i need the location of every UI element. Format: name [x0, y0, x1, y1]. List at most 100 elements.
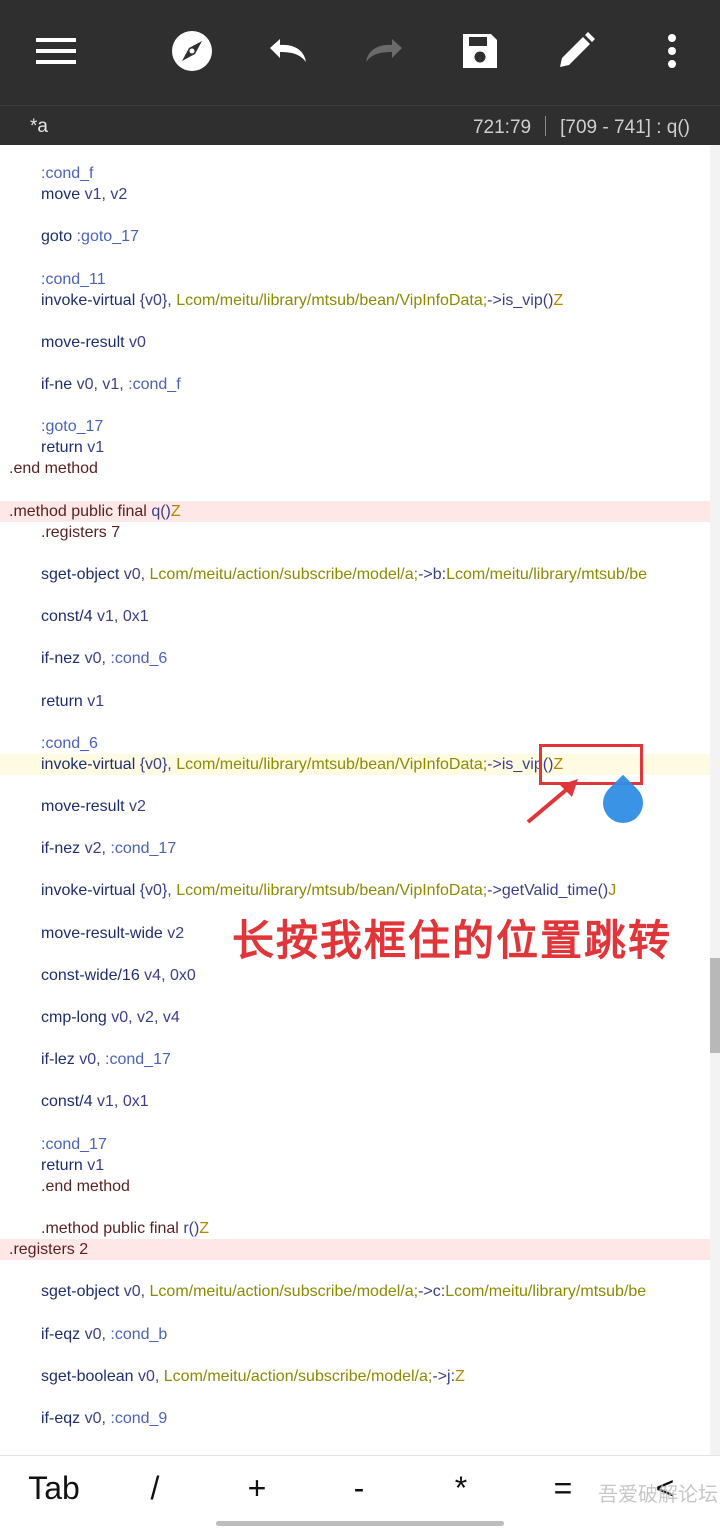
code-token: .registers 7 — [41, 523, 121, 541]
code-line[interactable]: move v1, v2 — [0, 184, 720, 205]
code-line[interactable]: const-wide/16 v4, 0x0 — [0, 965, 720, 986]
code-token: cmp-long — [41, 1009, 112, 1026]
code-line[interactable]: :cond_11 — [0, 269, 720, 290]
code-token: sget-object — [41, 1283, 124, 1301]
editor-status-bar: *a 721:79 [709 - 741] : q() — [0, 105, 720, 145]
code-line[interactable]: .method public final q()Z — [0, 500, 720, 522]
code-line[interactable]: const/4 v1, 0x1 — [0, 606, 720, 627]
key-plus[interactable]: + — [232, 1466, 282, 1510]
code-token: .method public final — [41, 1220, 184, 1237]
vertical-scrollbar[interactable] — [710, 145, 720, 1455]
code-token: v2 — [129, 798, 146, 815]
code-line[interactable]: .end method — [0, 1176, 720, 1197]
code-line[interactable]: invoke-virtual {v0}, Lcom/meitu/library/… — [0, 290, 720, 311]
code-token: .method public final — [9, 502, 152, 520]
code-line[interactable]: return v1 — [0, 1155, 720, 1176]
redo-icon[interactable] — [359, 26, 409, 76]
code-line[interactable]: return v1 — [0, 437, 720, 458]
code-line[interactable]: .end method — [0, 458, 720, 479]
code-token: {v0}, — [139, 755, 177, 773]
code-line[interactable]: if-nez v0, :cond_6 — [0, 648, 720, 669]
code-token: ->j: — [432, 1367, 456, 1385]
code-token: r() — [183, 1220, 200, 1237]
code-token: :cond_f — [41, 165, 94, 182]
key-equals[interactable]: = — [538, 1466, 588, 1510]
code-line[interactable] — [0, 247, 720, 268]
code-line[interactable] — [0, 669, 720, 690]
code-line[interactable] — [0, 585, 720, 606]
edit-pencil-icon[interactable] — [551, 26, 601, 76]
code-line[interactable] — [0, 1345, 720, 1366]
more-vert-icon[interactable] — [647, 26, 697, 76]
undo-icon[interactable] — [263, 26, 313, 76]
code-token: if-lez — [41, 1051, 80, 1069]
code-line[interactable]: sget-object v0, Lcom/meitu/action/subscr… — [0, 1281, 720, 1302]
key-asterisk[interactable]: * — [436, 1466, 486, 1510]
code-line[interactable] — [0, 543, 720, 564]
code-token: v0, — [84, 1325, 111, 1343]
code-line[interactable] — [0, 311, 720, 332]
code-token: v0, — [123, 1283, 150, 1301]
code-line[interactable]: if-eqz v0, :cond_9 — [0, 1408, 720, 1429]
code-line[interactable]: .registers 7 — [0, 522, 720, 543]
code-line[interactable] — [0, 205, 720, 226]
compass-icon[interactable] — [167, 26, 217, 76]
code-line[interactable]: if-ne v0, v1, :cond_f — [0, 374, 720, 395]
code-line[interactable]: .method public final r()Z — [0, 1218, 720, 1239]
code-editor[interactable]: if-eqz v0, :cond_9 sget-boolean v0, Lcom/… — [0, 145, 720, 1455]
code-token: .registers 2 — [9, 1241, 89, 1259]
menu-icon[interactable] — [31, 26, 81, 76]
code-token: :cond_f — [128, 376, 181, 393]
code-line[interactable]: move-result v0 — [0, 332, 720, 353]
code-token: Lcom/meitu/action/subscribe/model/a; — [149, 565, 419, 583]
code-line[interactable]: sget-boolean v0, Lcom/meitu/action/subsc… — [0, 1366, 720, 1387]
code-token: Lcom/meitu/action/subscribe/model/a; — [163, 1367, 433, 1385]
key-tab[interactable]: Tab — [18, 1466, 90, 1510]
code-line[interactable] — [0, 1197, 720, 1218]
code-line[interactable]: const/4 v1, 0x1 — [0, 1091, 720, 1112]
code-line[interactable]: goto :goto_17 — [0, 226, 720, 247]
code-line[interactable]: sget-object v0, Lcom/meitu/action/subscr… — [0, 564, 720, 585]
home-indicator[interactable] — [216, 1521, 504, 1526]
file-name[interactable]: *a — [30, 116, 48, 138]
code-line[interactable]: return v1 — [0, 691, 720, 712]
code-line[interactable]: invoke-virtual {v0}, Lcom/meitu/library/… — [0, 880, 720, 901]
code-line[interactable] — [0, 1260, 720, 1281]
code-token: sget-boolean — [41, 1367, 138, 1385]
code-line[interactable] — [0, 395, 720, 416]
code-line[interactable]: if-lez v0, :cond_17 — [0, 1049, 720, 1070]
code-token: ->b: — [418, 565, 447, 583]
code-line[interactable]: cmp-long v0, v2, v4 — [0, 1007, 720, 1028]
code-line[interactable] — [0, 353, 720, 374]
top-toolbar — [0, 0, 720, 105]
code-token: goto — [41, 228, 77, 246]
code-line[interactable]: if-nez v2, :cond_17 — [0, 838, 720, 859]
key-slash[interactable]: / — [130, 1466, 180, 1510]
code-line[interactable]: :cond_f — [0, 163, 720, 184]
code-line[interactable]: if-eqz v0, :cond_b — [0, 1324, 720, 1345]
code-token: :cond_17 — [105, 1051, 171, 1069]
code-line[interactable] — [0, 1028, 720, 1049]
save-icon[interactable] — [455, 26, 505, 76]
code-token: const-wide/16 — [41, 966, 145, 984]
code-line[interactable] — [0, 1302, 720, 1323]
code-line[interactable] — [0, 627, 720, 648]
code-line[interactable] — [0, 1387, 720, 1408]
code-line[interactable] — [0, 1070, 720, 1091]
code-token: ->getValid_time() — [487, 882, 609, 900]
key-minus[interactable]: - — [334, 1466, 384, 1510]
code-line[interactable] — [0, 712, 720, 733]
vertical-scrollbar-thumb[interactable] — [710, 958, 720, 1053]
code-line[interactable]: :goto_17 — [0, 416, 720, 437]
code-line[interactable]: :cond_17 — [0, 1134, 720, 1155]
method-range: [709 - 741] : q() — [560, 117, 690, 138]
code-line[interactable]: .registers 2 — [0, 1239, 720, 1261]
code-token: if-ne — [41, 376, 77, 393]
code-token: move-result — [41, 798, 130, 815]
code-line[interactable] — [0, 480, 720, 501]
code-line[interactable] — [0, 986, 720, 1007]
code-line[interactable] — [0, 859, 720, 880]
code-token: v1, 0x1 — [97, 608, 149, 626]
code-line[interactable] — [0, 1113, 720, 1134]
code-token: {v0}, — [139, 882, 177, 900]
